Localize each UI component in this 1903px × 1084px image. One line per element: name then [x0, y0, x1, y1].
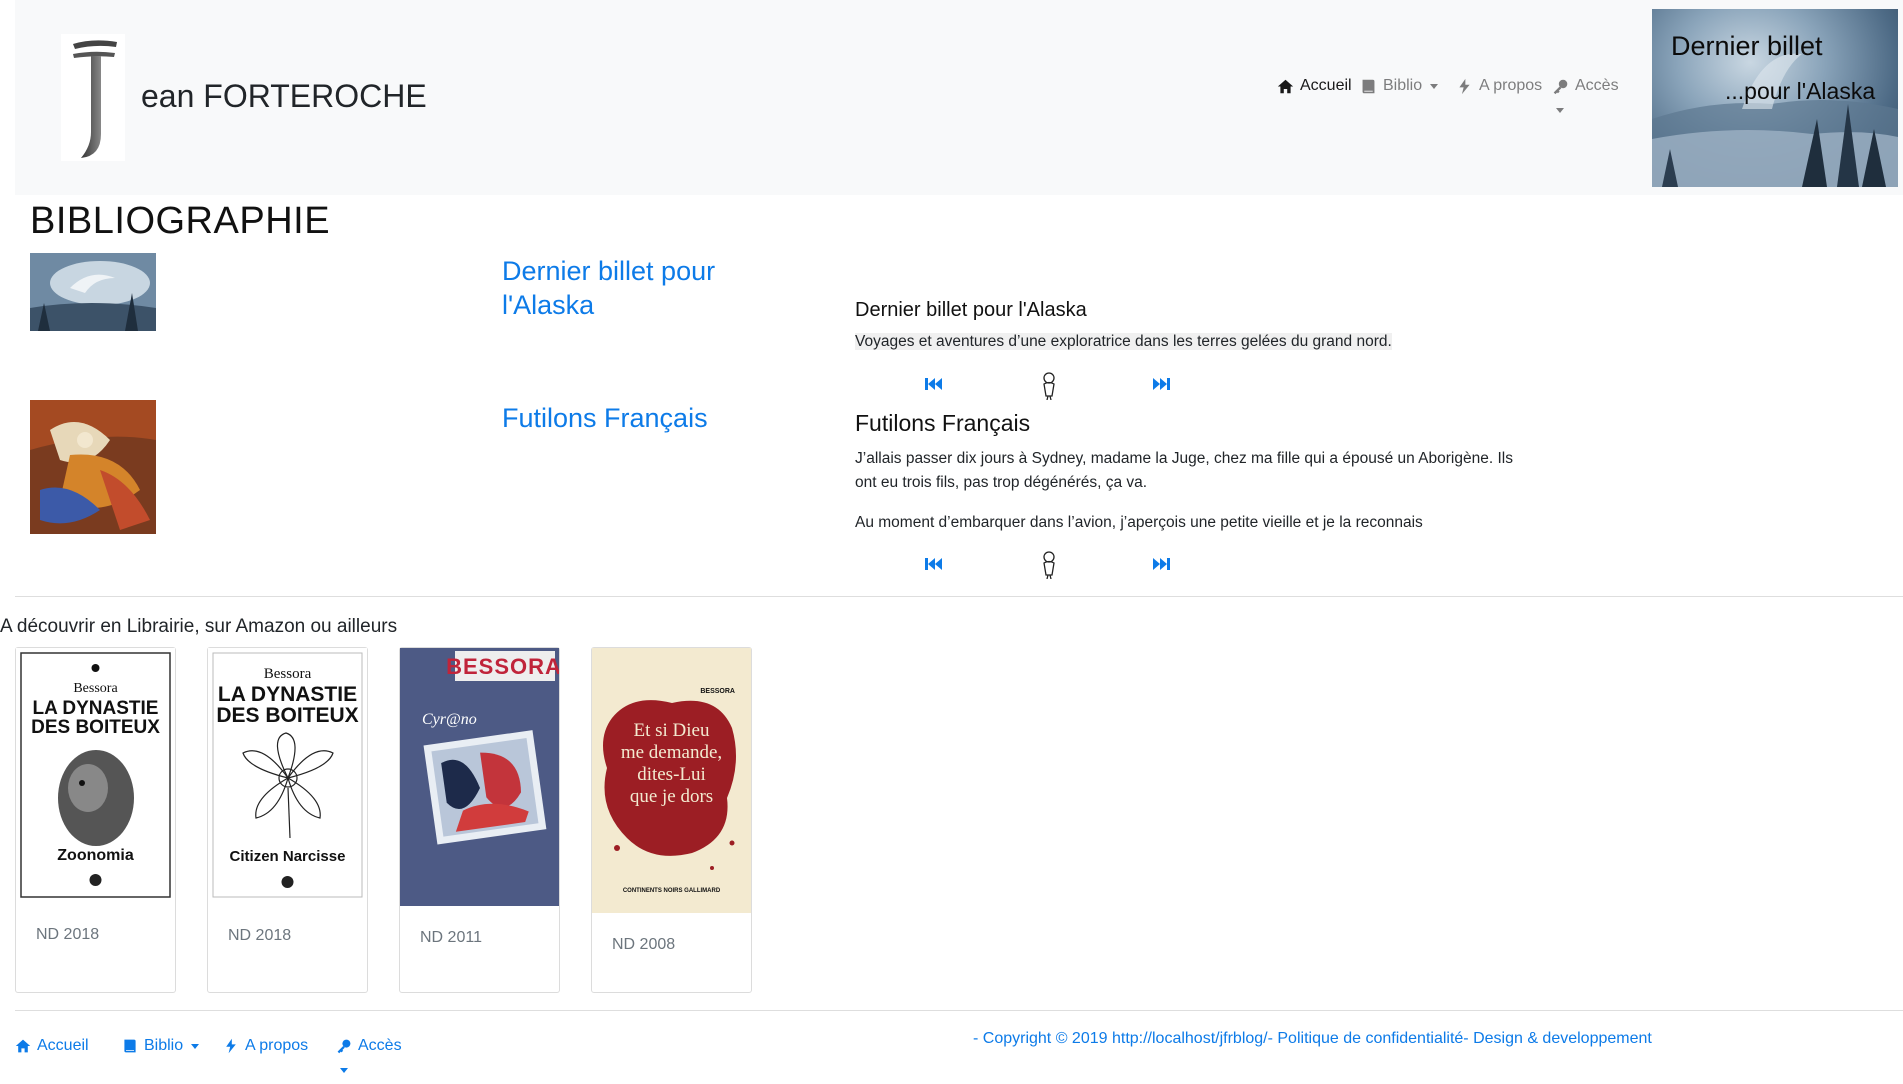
- footer-access-caret-icon: [340, 1068, 348, 1073]
- book-date: ND 2018: [228, 927, 292, 944]
- nav-biblio[interactable]: Biblio: [1360, 77, 1439, 95]
- cover-title-line: LA DYNASTIE: [33, 698, 159, 719]
- chevron-down-icon: [191, 1043, 200, 1049]
- footer-nav-about[interactable]: A propos: [223, 1037, 308, 1055]
- book-cover: Bessora LA DYNASTIE DES BOITEUX Citizen …: [208, 648, 367, 902]
- book-card[interactable]: Bessora LA DYNASTIE DES BOITEUX Citizen …: [207, 647, 368, 993]
- divider: [15, 596, 1903, 597]
- logo[interactable]: [61, 34, 125, 161]
- footer-nav-biblio-label: Biblio: [144, 1037, 184, 1054]
- excerpt-text: Voyages et aventures d’une exploratrice …: [855, 330, 1535, 354]
- book-link[interactable]: Dernier billet pour l'Alaska: [502, 254, 762, 322]
- footer-nav-biblio[interactable]: Biblio: [122, 1037, 200, 1055]
- skip-back-icon: [925, 558, 942, 570]
- nav-access[interactable]: Accès: [1552, 77, 1619, 95]
- cover-author: Bessora: [73, 681, 118, 696]
- figure-icon: [1043, 372, 1055, 400]
- nav-home-label: Accueil: [1300, 77, 1352, 94]
- nav-about-label: A propos: [1479, 77, 1543, 94]
- book-cover: BESSORA Cyr@no: [400, 648, 559, 906]
- book-date: ND 2011: [420, 929, 482, 946]
- zoonomia-cover-image: Bessora LA DYNASTIE DES BOITEUX Zoonomia: [16, 648, 175, 902]
- figure-icon: [1043, 551, 1055, 579]
- book-thumbnail[interactable]: [30, 400, 156, 534]
- book-date: ND 2008: [612, 936, 676, 953]
- site-header: ean FORTEROCHE Accueil Biblio A propos A…: [15, 0, 1903, 195]
- nav-access-label: Accès: [1575, 77, 1619, 94]
- excerpt-paragraph: J’allais passer dix jours à Sydney, mada…: [855, 450, 1513, 491]
- previous-button[interactable]: [925, 377, 943, 391]
- banner-subtitle: ...pour l'Alaska: [1725, 78, 1876, 104]
- key-icon: [337, 1039, 351, 1054]
- featured-banner[interactable]: Dernier billet ...pour l'Alaska: [1652, 9, 1898, 187]
- skip-back-icon: [925, 378, 942, 390]
- cover-author: BESSORA: [700, 688, 735, 695]
- bolt-icon: [1459, 78, 1470, 94]
- logo-j-glyph: [73, 40, 117, 158]
- book-thumbnail[interactable]: [30, 253, 156, 331]
- book-icon: [124, 1039, 136, 1053]
- book-cover: Bessora LA DYNASTIE DES BOITEUX Zoonomia: [16, 648, 175, 902]
- cover-subtitle: Zoonomia: [57, 847, 134, 864]
- cover-title-line: DES BOITEUX: [31, 717, 160, 738]
- book-date: ND 2018: [36, 926, 100, 943]
- cover-subtitle: Citizen Narcisse: [230, 848, 346, 865]
- cover-author: BESSORA: [446, 654, 559, 679]
- footer-nav-access[interactable]: Accès: [336, 1037, 402, 1055]
- nav-home[interactable]: Accueil: [1277, 77, 1352, 95]
- footer-nav-home-label: Accueil: [37, 1037, 89, 1054]
- futilons-thumbnail-image: [30, 400, 156, 534]
- book-cover: BESSORA Et si Dieu me demande, dites-Lui…: [592, 648, 751, 913]
- cover-title-line: Et si Dieu: [634, 720, 710, 741]
- skip-forward-icon: [1153, 378, 1170, 390]
- book-link[interactable]: Futilons Français: [502, 401, 708, 435]
- book-card[interactable]: BESSORA Cyr@no ND 2011: [399, 647, 560, 993]
- chevron-down-icon: [1430, 83, 1439, 89]
- cover-title-line: dites-Lui: [637, 764, 706, 785]
- citizen-narcisse-cover-image: Bessora LA DYNASTIE DES BOITEUX Citizen …: [208, 648, 367, 902]
- nav-access-caret-icon: [1556, 108, 1564, 113]
- excerpt-title: Dernier billet pour l'Alaska: [855, 299, 1087, 321]
- bell-character-icon[interactable]: [1039, 551, 1059, 579]
- alaska-thumbnail-image: [30, 253, 156, 331]
- previous-button[interactable]: [925, 557, 943, 571]
- home-icon: [15, 1039, 31, 1053]
- bell-character-icon[interactable]: [1039, 372, 1059, 400]
- discover-heading: A découvrir en Librairie, sur Amazon ou …: [0, 616, 398, 637]
- divider: [15, 1010, 1903, 1011]
- cover-title-line: que je dors: [630, 786, 713, 807]
- book-card[interactable]: BESSORA Et si Dieu me demande, dites-Lui…: [591, 647, 752, 993]
- footer-nav-access-label: Accès: [358, 1037, 402, 1054]
- et-si-dieu-cover-image: BESSORA Et si Dieu me demande, dites-Lui…: [592, 648, 751, 913]
- home-icon: [1277, 79, 1294, 93]
- cover-title-line: DES BOITEUX: [216, 704, 358, 727]
- cyrano-cover-image: BESSORA Cyr@no: [400, 648, 559, 906]
- excerpt-paragraph: Voyages et aventures d’une exploratrice …: [855, 333, 1392, 350]
- cover-author: Bessora: [264, 666, 312, 682]
- bolt-icon: [226, 1038, 236, 1054]
- next-button[interactable]: [1152, 377, 1170, 391]
- excerpt-text: J’allais passer dix jours à Sydney, mada…: [855, 447, 1535, 535]
- nav-biblio-label: Biblio: [1383, 77, 1423, 94]
- copyright-text[interactable]: - Copyright © 2019 http://localhost/jfrb…: [973, 1030, 1652, 1048]
- next-button[interactable]: [1152, 557, 1170, 571]
- skip-forward-icon: [1153, 558, 1170, 570]
- excerpt-title: Futilons Français: [855, 410, 1031, 436]
- footer-nav-about-label: A propos: [245, 1037, 309, 1054]
- key-icon: [1553, 79, 1568, 94]
- book-card[interactable]: Bessora LA DYNASTIE DES BOITEUX Zoonomia…: [15, 647, 176, 993]
- banner-title: Dernier billet: [1671, 31, 1823, 61]
- cover-publisher: CONTINENTS NOIRS GALLIMARD: [623, 888, 721, 894]
- page-title: BIBLIOGRAPHIE: [30, 200, 331, 242]
- book-icon: [1362, 79, 1375, 93]
- excerpt-paragraph: Au moment d’embarquer dans l’avion, j’ap…: [855, 514, 1423, 531]
- cover-title-line: Cyr@no: [422, 711, 477, 728]
- cover-title-line: LA DYNASTIE: [218, 683, 357, 706]
- cover-title-line: me demande,: [621, 742, 722, 763]
- footer-nav-home[interactable]: Accueil: [15, 1037, 89, 1055]
- site-title: ean FORTEROCHE: [141, 78, 427, 114]
- nav-about[interactable]: A propos: [1456, 77, 1542, 95]
